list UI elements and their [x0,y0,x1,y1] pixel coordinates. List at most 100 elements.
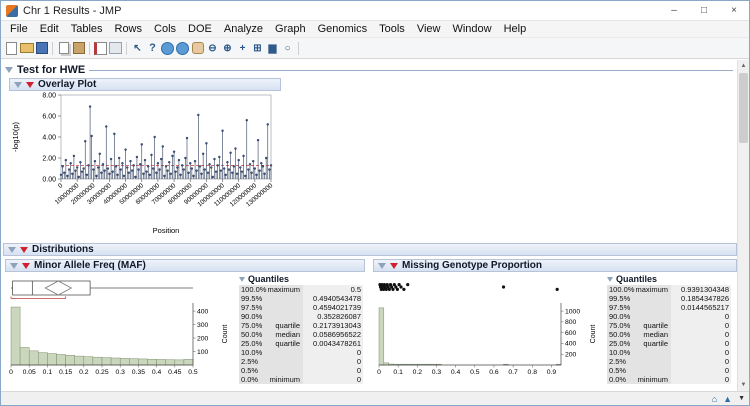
arrow-tool-icon[interactable]: ↖ [130,40,145,57]
missing-histogram-chart[interactable]: 0 0.1 0.2 0.3 0.4 0.5 0.6 0.7 0.8 0.9 200 400 600 800… [373,273,605,385]
save-icon[interactable] [34,40,49,57]
quantile-cell: 100.0% [239,285,267,294]
menu-item-genomics[interactable]: Genomics [312,22,374,36]
disclosure-triangle-icon[interactable] [5,66,13,73]
maf-histogram-chart[interactable]: 0 0.05 0.1 0.15 0.2 0.25 0.3 0.35 0.4 0.45 0.5 100 2… [5,273,237,385]
zoom-out-tool-icon[interactable]: ⊖ [205,40,220,57]
svg-text:0.1: 0.1 [43,369,53,376]
missing-bars[interactable] [378,307,562,366]
new-file-icon[interactable] [4,40,19,57]
crosshair-tool-icon[interactable]: + [235,40,250,57]
quantile-cell: 75.0% [239,321,267,330]
scrollbar-up-arrow-icon[interactable]: ▲ [738,60,749,72]
quantile-cell: minimum [635,375,671,384]
menu-item-tools[interactable]: Tools [373,22,411,36]
menu-item-help[interactable]: Help [498,22,533,36]
quantile-cell [267,366,303,375]
menu-item-tables[interactable]: Tables [65,22,109,36]
quantile-cell: 0 [671,330,731,339]
menu-item-window[interactable]: Window [446,22,497,36]
brush-tool-icon[interactable] [160,40,175,57]
quantile-cell [267,357,303,366]
menu-item-rows[interactable]: Rows [109,22,149,36]
table-tool-icon[interactable]: ⊞ [250,40,265,57]
quantile-row: 0.5% 0 [239,366,363,375]
svg-text:1000: 1000 [565,308,580,315]
quantile-cell: 0.1854347826 [671,294,731,303]
maf-bars[interactable] [10,306,194,366]
red-triangle-menu-icon[interactable] [20,246,28,253]
grabber-hand-tool-icon[interactable] [190,40,205,57]
outline-title: Missing Genotype Proportion [402,260,543,271]
disclosure-triangle-icon[interactable] [239,276,245,282]
menu-caret-icon[interactable]: ▼ [738,395,745,402]
outline-title: Minor Allele Freq (MAF) [34,260,146,271]
scrollbar-down-arrow-icon[interactable]: ▼ [738,379,749,391]
red-triangle-menu-icon[interactable] [22,262,30,269]
maf-boxplot[interactable] [10,280,193,299]
menu-bar: File Edit Tables Rows Cols DOE Analyze Graph Gen… [1,21,749,38]
home-icon[interactable]: ⌂ [712,393,717,405]
menu-item-cols[interactable]: Cols [148,22,182,36]
quantile-row: 10.0% 0 [239,348,363,357]
quantile-cell: minimum [267,375,303,384]
svg-text:100: 100 [197,349,209,356]
menu-item-graph[interactable]: Graph [269,22,312,36]
menu-item-analyze[interactable]: Analyze [218,22,269,36]
disclosure-triangle-icon[interactable] [607,276,613,282]
svg-text:400: 400 [197,308,209,315]
paste-icon[interactable] [71,40,86,57]
quantiles-title: Quantiles [248,274,290,284]
close-button[interactable]: × [719,1,749,20]
quantile-cell: 75.0% [607,321,635,330]
quantile-cell: median [635,330,671,339]
disclosure-triangle-icon[interactable] [14,81,22,88]
quantile-row: 97.5% 0.0144565217 [607,303,731,312]
quantile-cell: 100.0% [607,285,635,294]
menu-item-edit[interactable]: Edit [34,22,65,36]
quantiles-section-missing: Quantiles 100.0% maximum 0.9391304348 99.5%… [607,273,731,384]
missing-boxplot[interactable] [378,283,559,291]
outline-test-for-hwe[interactable]: Test for HWE [5,63,733,76]
scroller-tool-icon[interactable] [175,40,190,57]
zoom-in-tool-icon[interactable]: ⊕ [220,40,235,57]
svg-text:Count: Count [590,325,597,344]
quantile-cell: 0.4594021739 [303,303,363,312]
outline-header-overlay-plot[interactable]: Overlay Plot [9,78,281,91]
disclosure-triangle-icon[interactable] [8,246,16,253]
quantile-cell: 0.2173913043 [303,321,363,330]
quantile-row: 0.0% minimum 0 [239,375,363,384]
menu-item-file[interactable]: File [4,22,34,36]
overlay-plot-chart[interactable]: 0.002.004.006.008.0001000000020000000300… [9,91,281,239]
minimize-button[interactable]: – [659,1,689,20]
layout-icon[interactable] [108,40,123,57]
quantile-cell: 10.0% [607,348,635,357]
svg-text:0.2: 0.2 [413,369,423,376]
svg-text:0.15: 0.15 [59,369,72,376]
chart-tool-icon[interactable]: ▆ [265,40,280,57]
journal-icon[interactable] [93,40,108,57]
vertical-scrollbar[interactable]: ▲ ▼ [737,60,749,391]
help-tool-icon[interactable]: ? [145,40,160,57]
quantile-row: 75.0% quartile 0 [607,321,731,330]
red-triangle-menu-icon[interactable] [26,81,34,88]
red-triangle-menu-icon[interactable] [390,262,398,269]
scrollbar-thumb[interactable] [739,73,748,143]
menu-item-doe[interactable]: DOE [182,22,218,36]
menu-item-view[interactable]: View [411,22,447,36]
maximize-button[interactable]: □ [689,1,719,20]
svg-text:0: 0 [57,182,65,190]
lasso-tool-icon[interactable]: ○ [280,40,295,57]
outline-header-distributions[interactable]: Distributions [3,243,737,256]
scroll-up-icon[interactable]: ▲ [723,393,732,405]
outline-header-maf[interactable]: Minor Allele Freq (MAF) [5,259,365,272]
copy-icon[interactable] [56,40,71,57]
quantile-cell: maximum [635,285,671,294]
quantile-cell: quartile [635,321,671,330]
disclosure-triangle-icon[interactable] [378,262,386,269]
svg-text:0.45: 0.45 [168,369,181,376]
outline-header-missing[interactable]: Missing Genotype Proportion [373,259,737,272]
quantile-row: 90.0% 0.352826087 [239,312,363,321]
open-icon[interactable] [19,40,34,57]
disclosure-triangle-icon[interactable] [10,262,18,269]
